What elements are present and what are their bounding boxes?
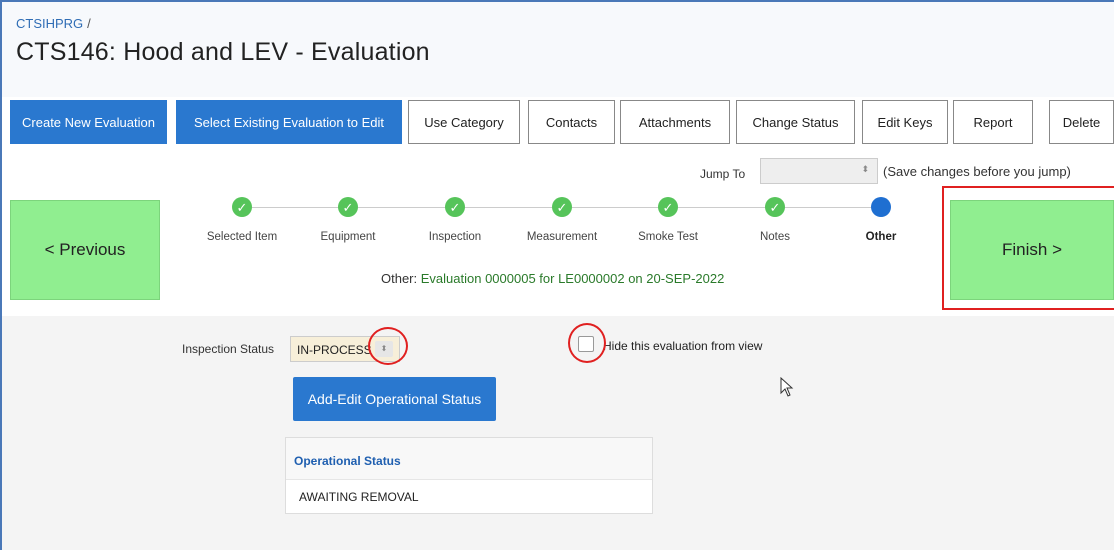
jump-note: (Save changes before you jump) — [883, 164, 1071, 179]
check-icon: ✓ — [658, 197, 678, 217]
evaluation-text: Evaluation 0000005 for LE0000002 on 20-S… — [420, 271, 725, 286]
report-button[interactable]: Report — [953, 100, 1033, 144]
wizard-step-label: Measurement — [526, 231, 598, 243]
page-title: CTS146: Hood and LEV - Evaluation — [16, 38, 430, 66]
wizard-step-label: Smoke Test — [638, 231, 698, 243]
edit-keys-button[interactable]: Edit Keys — [862, 100, 948, 144]
jump-to-select[interactable]: ⬍ — [760, 158, 878, 184]
add-edit-operational-status-button[interactable]: Add-Edit Operational Status — [293, 377, 496, 421]
wizard-step-equipment[interactable]: ✓ Equipment — [298, 197, 398, 243]
table-row[interactable]: AWAITING REMOVAL — [286, 480, 652, 504]
jump-to-label: Jump To — [700, 167, 746, 181]
wizard-step-notes[interactable]: ✓ Notes — [725, 197, 825, 243]
current-step-dot-icon — [871, 197, 891, 217]
checkbox-highlight-annotation — [568, 323, 606, 363]
check-icon: ✓ — [445, 197, 465, 217]
select-highlight-annotation — [368, 327, 408, 365]
check-icon: ✓ — [765, 197, 785, 217]
breadcrumb-app-link[interactable]: CTSIHPRG — [16, 16, 83, 31]
wizard-step-other[interactable]: Other — [831, 197, 931, 243]
evaluation-prefix: Other: — [381, 271, 418, 286]
wizard-step-selected-item[interactable]: ✓ Selected Item — [192, 197, 292, 243]
operational-status-table: Operational Status AWAITING REMOVAL — [285, 437, 653, 514]
table-header: Operational Status — [286, 438, 652, 480]
inspection-status-label: Inspection Status — [182, 342, 275, 356]
wizard-step-label: Selected Item — [206, 231, 278, 243]
check-icon: ✓ — [232, 197, 252, 217]
create-new-evaluation-button[interactable]: Create New Evaluation — [10, 100, 167, 144]
evaluation-summary: Other: Evaluation 0000005 for LE0000002 … — [381, 271, 724, 286]
wizard-step-smoke-test[interactable]: ✓ Smoke Test — [618, 197, 718, 243]
hide-evaluation-label: Hide this evaluation from view — [603, 339, 763, 353]
breadcrumb-separator: / — [87, 16, 91, 31]
check-icon: ✓ — [552, 197, 572, 217]
select-existing-evaluation-button[interactable]: Select Existing Evaluation to Edit — [176, 100, 402, 144]
select-arrows-icon: ⬍ — [861, 164, 869, 174]
check-icon: ✓ — [338, 197, 358, 217]
wizard-step-measurement[interactable]: ✓ Measurement — [512, 197, 612, 243]
contacts-button[interactable]: Contacts — [528, 100, 615, 144]
wizard-step-label: Inspection — [428, 231, 482, 243]
finish-highlight-annotation — [942, 186, 1114, 310]
form-panel — [2, 316, 1114, 550]
wizard-step-label: Equipment — [320, 231, 376, 243]
previous-button[interactable]: < Previous — [10, 200, 160, 300]
delete-button[interactable]: Delete — [1049, 100, 1114, 144]
inspection-status-value: IN-PROCESS — [297, 343, 372, 357]
change-status-button[interactable]: Change Status — [736, 100, 855, 144]
breadcrumb: CTSIHPRG / — [16, 16, 91, 31]
toolbar: Create New Evaluation Select Existing Ev… — [2, 100, 1114, 144]
page-header: CTSIHPRG / CTS146: Hood and LEV - Evaluat… — [2, 2, 1114, 97]
attachments-button[interactable]: Attachments — [620, 100, 730, 144]
wizard-step-inspection[interactable]: ✓ Inspection — [405, 197, 505, 243]
wizard-step-label: Other — [865, 231, 897, 243]
use-category-button[interactable]: Use Category — [408, 100, 520, 144]
mouse-pointer-icon — [780, 377, 794, 397]
wizard-step-label: Notes — [759, 231, 791, 243]
